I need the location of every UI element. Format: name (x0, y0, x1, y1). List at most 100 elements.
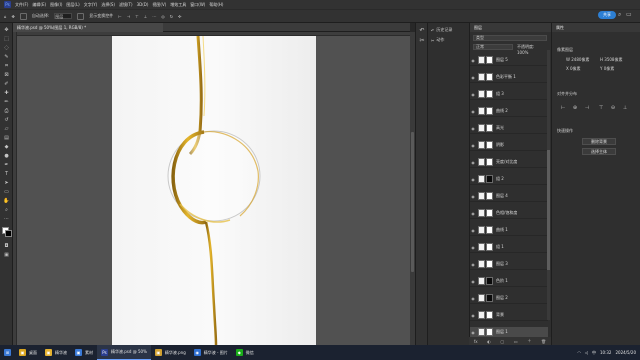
taskbar-app-button[interactable]: ▣ 精华液 (41, 345, 71, 360)
rectangle-tool-icon[interactable]: ▭ (3, 189, 10, 195)
transform-controls-checkbox[interactable] (77, 12, 85, 20)
gradient-tool-icon[interactable]: ▤ (3, 135, 10, 141)
new-layer-icon[interactable]: ＋ (527, 338, 531, 344)
blur-tool-icon[interactable]: ◆ (3, 144, 10, 150)
auto-select-target[interactable]: 图层 (54, 13, 73, 19)
menu-3d[interactable]: 3D(D) (137, 2, 149, 7)
visibility-eye-icon[interactable]: ◉ (470, 194, 476, 199)
layer-mask-thumbnail[interactable] (486, 175, 493, 183)
align-left-icon[interactable]: ⊢ (118, 14, 121, 19)
clock-date[interactable]: 2024/5/20 (615, 350, 636, 355)
delete-layer-icon[interactable]: 🗑 (541, 339, 546, 344)
fx-icon[interactable]: fx (474, 339, 478, 344)
move-tool-icon[interactable]: ✥ (3, 27, 10, 33)
menu-layer[interactable]: 图层(L) (66, 2, 79, 8)
layer-mask-thumbnail[interactable] (486, 294, 493, 302)
volume-icon[interactable]: ◁ (585, 350, 588, 355)
crop-tool-icon[interactable]: ⌗ (3, 63, 10, 69)
orbit-icon[interactable]: ↻ (170, 14, 173, 19)
select-subject-button[interactable]: 选择主体 (582, 148, 616, 155)
layer-row[interactable]: ◉ 高光 (470, 123, 548, 134)
home-icon[interactable]: ⌂ (4, 14, 7, 19)
visibility-eye-icon[interactable]: ◉ (470, 296, 476, 301)
start-button[interactable]: ⊞ (0, 345, 15, 360)
visibility-eye-icon[interactable]: ◉ (470, 177, 476, 182)
align-left-icon[interactable]: ⊢ (560, 105, 566, 111)
menu-filter[interactable]: 滤镜(T) (119, 2, 133, 8)
taskbar-app-button[interactable]: ◉ 精华液 - 图片 (190, 345, 232, 360)
layer-row[interactable]: ◉ 图层 4 (470, 191, 548, 202)
history-brush-tool-icon[interactable]: ↺ (3, 117, 10, 123)
eyedropper-tool-icon[interactable]: ✐ (3, 81, 10, 87)
layer-row[interactable]: ◉ 组 3 (470, 89, 548, 100)
layer-filter-select[interactable]: 类型 (473, 35, 547, 41)
frame-tool-icon[interactable]: ⊠ (3, 72, 10, 78)
taskbar-app-button[interactable]: ▣ 精华液.png (151, 345, 190, 360)
marquee-tool-icon[interactable]: ⬚ (3, 36, 10, 42)
layer-row[interactable]: ◉ 背景 (470, 310, 548, 321)
visibility-eye-icon[interactable]: ◉ (470, 143, 476, 148)
layer-mask-thumbnail[interactable] (486, 107, 493, 115)
layer-mask-thumbnail[interactable] (486, 158, 493, 166)
layer-row[interactable]: ◉ 色相/饱和度 (470, 208, 548, 219)
history-panel-tab[interactable]: ↶ 历史记录 (431, 27, 452, 33)
document-canvas[interactable] (112, 35, 316, 346)
properties-panel-header[interactable]: 属性 (552, 23, 640, 32)
menu-view[interactable]: 视图(V) (152, 2, 166, 8)
align-top-icon[interactable]: ⊤ (135, 14, 138, 19)
3d-mode-icon[interactable]: ◎ (161, 14, 165, 19)
layer-row[interactable]: ◉ 图层 3 (470, 259, 548, 270)
workspace-icon[interactable]: ▭ (626, 11, 634, 19)
layer-mask-thumbnail[interactable] (486, 90, 493, 98)
canvas-scrollbar-thumb[interactable] (411, 132, 414, 272)
pen-tool-icon[interactable]: ✒ (3, 162, 10, 168)
new-group-icon[interactable]: ▭ (514, 339, 518, 344)
align-bottom-icon[interactable]: ⊥ (622, 105, 628, 111)
layer-mask-thumbnail[interactable] (486, 311, 493, 319)
menu-file[interactable]: 文件(F) (15, 2, 28, 8)
clone-stamp-tool-icon[interactable]: ⎙ (3, 108, 10, 114)
x-field[interactable]: X 0像素 (566, 66, 581, 72)
layer-row[interactable]: ◉ 图层 2 (470, 293, 548, 304)
menu-help[interactable]: 帮助(H) (209, 2, 223, 8)
menu-image[interactable]: 图像(I) (50, 2, 62, 8)
opacity-field[interactable]: 不透明度: 100% (517, 44, 547, 55)
visibility-eye-icon[interactable]: ◉ (470, 228, 476, 233)
menu-plugins[interactable]: 增效工具 (170, 2, 186, 8)
visibility-eye-icon[interactable]: ◉ (470, 279, 476, 284)
layer-mask-thumbnail[interactable] (486, 73, 493, 81)
layer-mask-thumbnail[interactable] (486, 209, 493, 217)
auto-select-checkbox[interactable] (19, 12, 27, 20)
taskbar-app-button[interactable]: ◆ 微信 (232, 345, 258, 360)
history-panel-icon[interactable]: ↶ (418, 27, 426, 35)
path-select-tool-icon[interactable]: ➤ (3, 180, 10, 186)
visibility-eye-icon[interactable]: ◉ (470, 245, 476, 250)
visibility-eye-icon[interactable]: ◉ (470, 262, 476, 267)
eraser-tool-icon[interactable]: ▱ (3, 126, 10, 132)
width-field[interactable]: W 2480像素 (566, 57, 589, 63)
input-language[interactable]: 中 (592, 350, 596, 356)
photoshop-logo-icon[interactable]: Ps (4, 1, 11, 8)
layer-row[interactable]: ◉ 组 2 (470, 174, 548, 185)
layer-row[interactable]: ◉ 阴影 (470, 140, 548, 151)
align-right-icon[interactable]: ⊣ (584, 105, 590, 111)
actions-panel-tab[interactable]: ✂ 动作 (431, 37, 444, 43)
actions-panel-icon[interactable]: ✂ (418, 37, 426, 45)
layer-mask-thumbnail[interactable] (486, 56, 493, 64)
layers-panel-header[interactable]: 图层 (470, 23, 552, 32)
zoom-tool-icon[interactable]: ⌕ (3, 207, 10, 213)
align-top-icon[interactable]: ⊤ (598, 105, 604, 111)
layer-mask-thumbnail[interactable] (486, 328, 493, 336)
move-tool-icon[interactable]: ✥ (12, 14, 15, 19)
quick-select-tool-icon[interactable]: ✎ (3, 54, 10, 60)
menu-type[interactable]: 文字(Y) (84, 2, 98, 8)
layers-scrollbar-thumb[interactable] (547, 150, 550, 270)
align-hcenter-icon[interactable]: ⊕ (572, 105, 578, 111)
clock-time[interactable]: 10:32 (600, 350, 612, 355)
align-bottom-icon[interactable]: ⊥ (144, 14, 147, 19)
visibility-eye-icon[interactable]: ◉ (470, 313, 476, 318)
share-button[interactable]: 共享 (598, 11, 616, 19)
background-color-swatch[interactable] (5, 230, 12, 237)
search-icon[interactable]: ⌕ (618, 11, 626, 19)
type-tool-icon[interactable]: T (3, 171, 10, 177)
